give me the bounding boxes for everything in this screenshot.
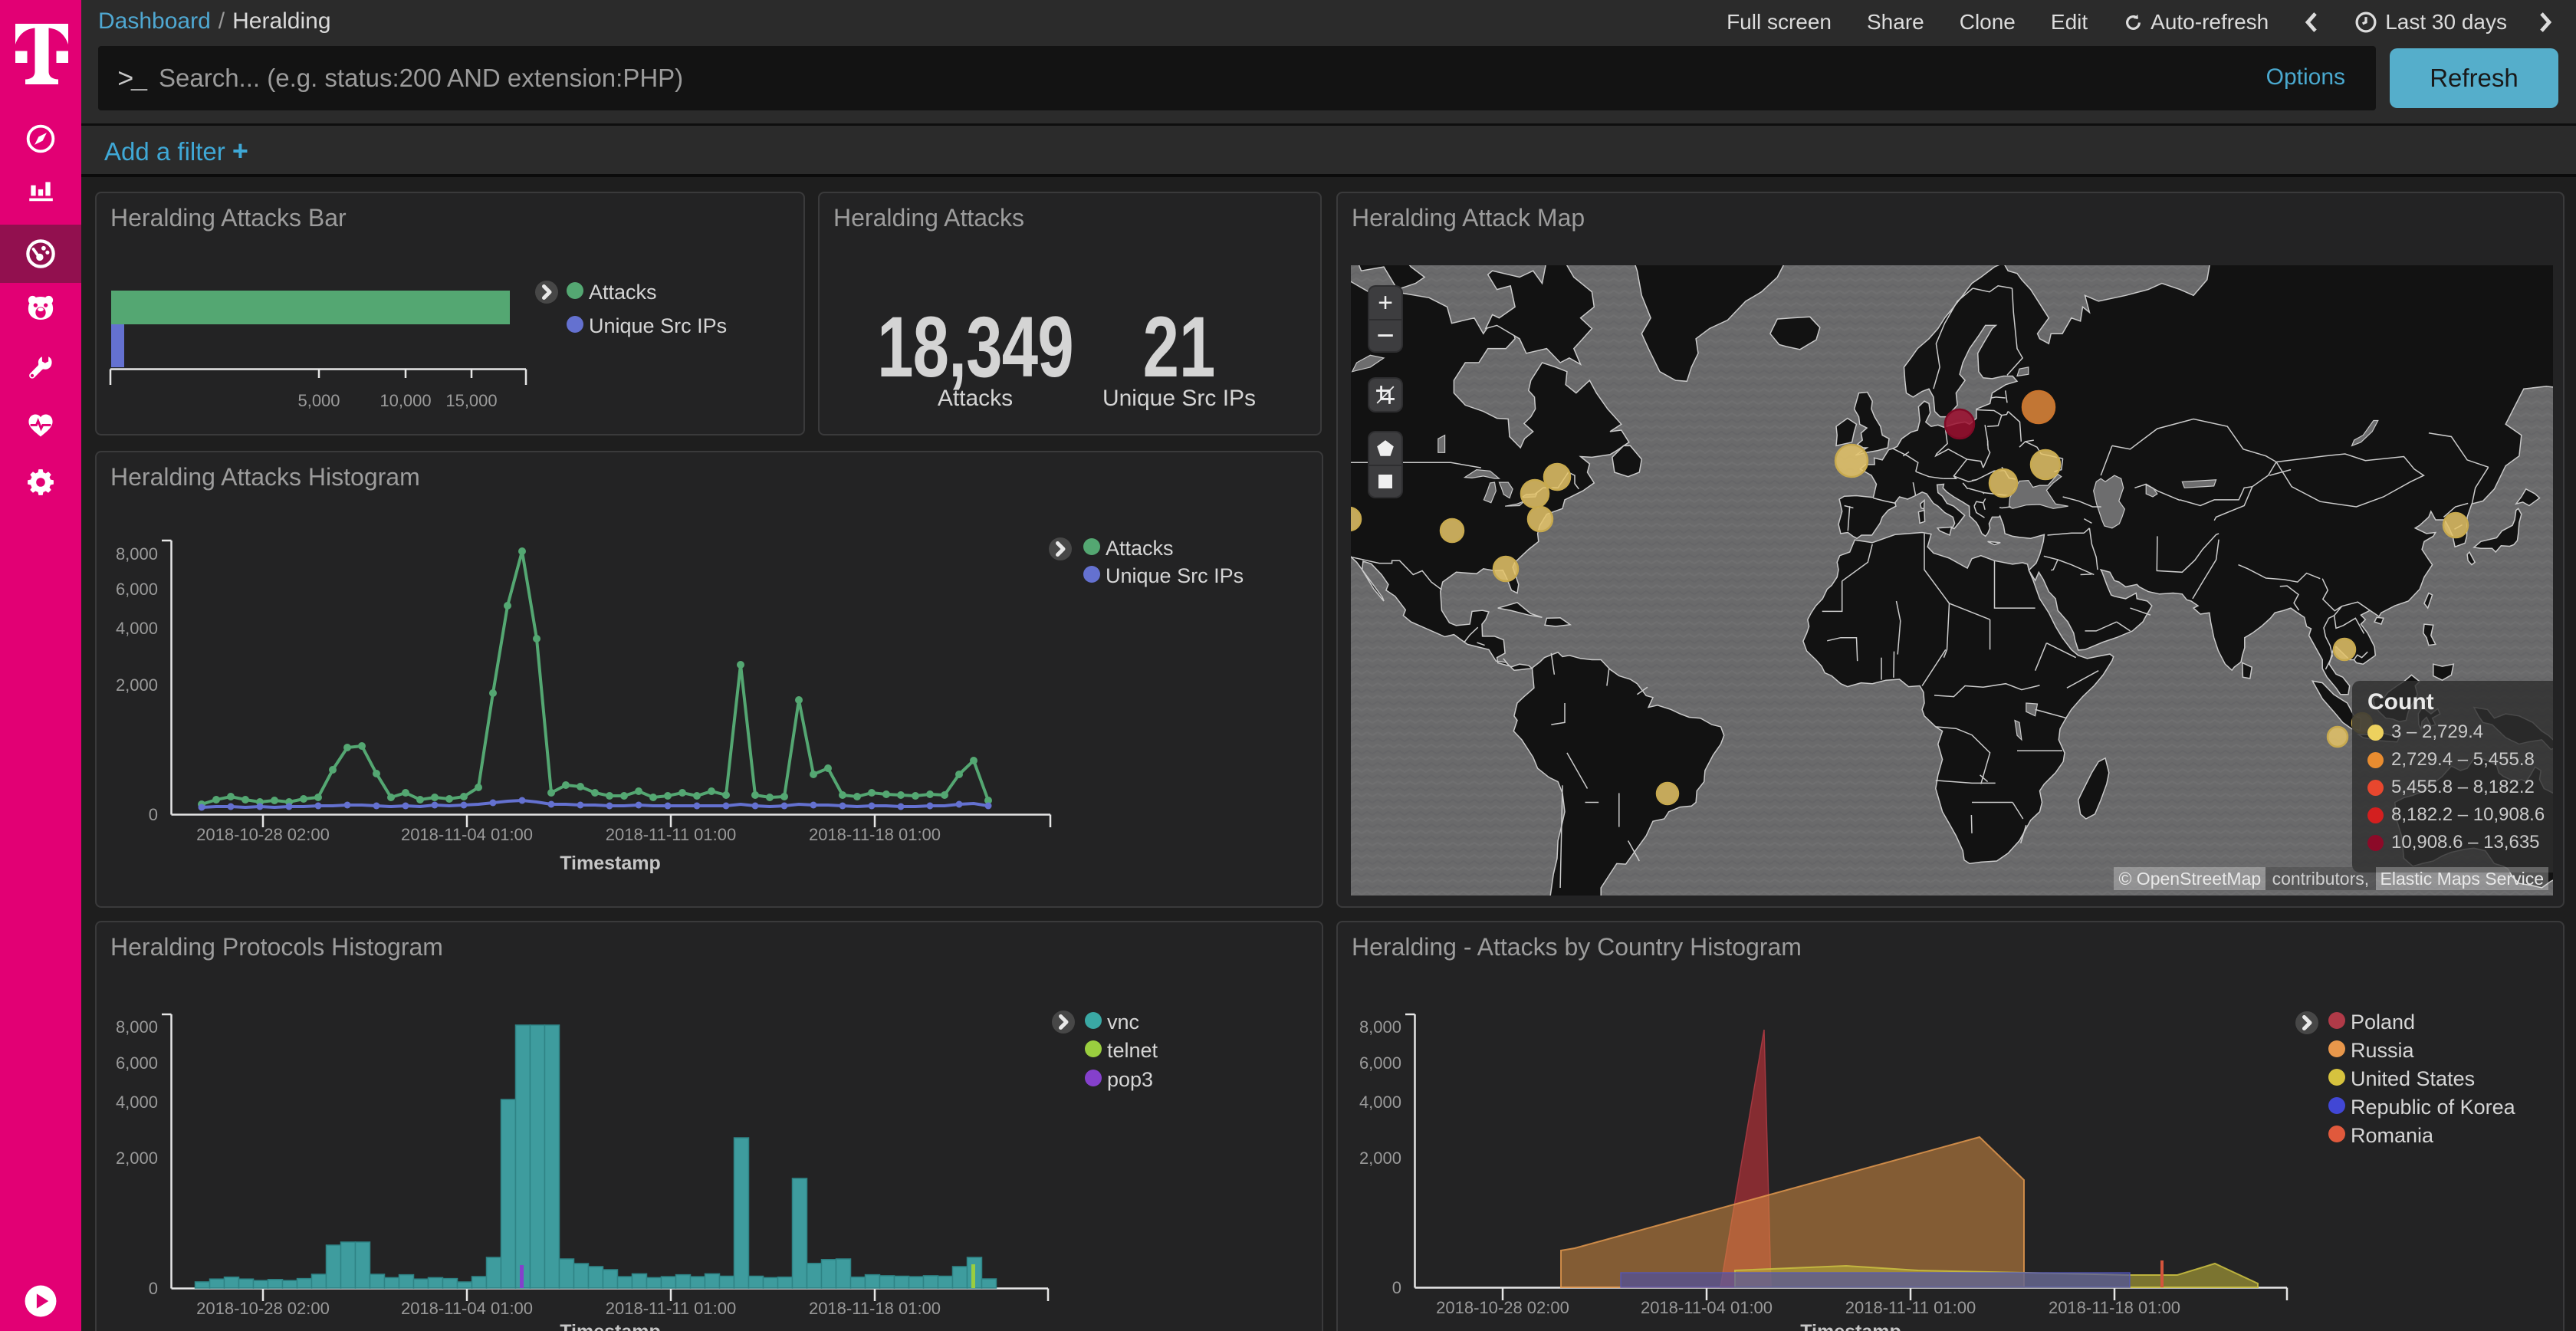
- svg-text:2018-11-18 01:00: 2018-11-18 01:00: [809, 1299, 941, 1318]
- svg-text:8,000: 8,000: [1359, 1017, 1401, 1037]
- svg-text:Poland: Poland: [2351, 1011, 2415, 1034]
- svg-text:Attacks: Attacks: [1106, 537, 1174, 560]
- svg-text:Timestamp: Timestamp: [1800, 1321, 1901, 1331]
- svg-text:2,000: 2,000: [116, 1149, 158, 1168]
- svg-text:Timestamp: Timestamp: [560, 853, 661, 874]
- svg-text:10,000: 10,000: [380, 391, 431, 410]
- svg-text:8,000: 8,000: [116, 544, 158, 564]
- svg-text:2018-11-04 01:00: 2018-11-04 01:00: [1641, 1298, 1773, 1317]
- svg-text:Attacks: Attacks: [589, 281, 657, 304]
- svg-text:8,000: 8,000: [116, 1017, 158, 1037]
- svg-text:2018-11-18 01:00: 2018-11-18 01:00: [809, 825, 941, 844]
- svg-text:2,000: 2,000: [116, 675, 158, 695]
- svg-text:Unique Src IPs: Unique Src IPs: [1106, 564, 1244, 587]
- svg-text:4,000: 4,000: [116, 619, 158, 638]
- svg-text:4,000: 4,000: [116, 1093, 158, 1112]
- svg-text:0: 0: [1392, 1278, 1401, 1297]
- svg-text:0: 0: [149, 1279, 158, 1298]
- svg-text:2018-11-04 01:00: 2018-11-04 01:00: [401, 1299, 533, 1318]
- svg-text:2018-11-04 01:00: 2018-11-04 01:00: [401, 825, 533, 844]
- svg-text:Unique Src IPs: Unique Src IPs: [589, 314, 727, 337]
- svg-text:2018-10-28 02:00: 2018-10-28 02:00: [1436, 1298, 1569, 1317]
- svg-text:6,000: 6,000: [116, 580, 158, 599]
- svg-text:Romania: Romania: [2351, 1124, 2434, 1147]
- svg-text:6,000: 6,000: [116, 1053, 158, 1073]
- svg-text:pop3: pop3: [1107, 1068, 1153, 1091]
- svg-text:2018-11-18 01:00: 2018-11-18 01:00: [2049, 1298, 2180, 1317]
- svg-text:2018-10-28 02:00: 2018-10-28 02:00: [196, 825, 330, 844]
- svg-text:2018-11-11 01:00: 2018-11-11 01:00: [606, 1299, 736, 1318]
- svg-text:2,000: 2,000: [1359, 1149, 1401, 1168]
- svg-text:Russia: Russia: [2351, 1039, 2415, 1062]
- svg-text:Timestamp: Timestamp: [560, 1321, 661, 1331]
- svg-text:0: 0: [149, 805, 158, 824]
- svg-text:2018-11-11 01:00: 2018-11-11 01:00: [1845, 1298, 1976, 1317]
- svg-text:2018-10-28 02:00: 2018-10-28 02:00: [196, 1299, 330, 1318]
- svg-text:6,000: 6,000: [1359, 1053, 1401, 1073]
- svg-text:4,000: 4,000: [1359, 1093, 1401, 1112]
- svg-text:United States: United States: [2351, 1067, 2475, 1090]
- svg-text:Republic of Korea: Republic of Korea: [2351, 1096, 2516, 1119]
- svg-text:telnet: telnet: [1107, 1039, 1158, 1062]
- svg-text:15,000: 15,000: [445, 391, 497, 410]
- svg-text:vnc: vnc: [1107, 1011, 1139, 1034]
- svg-text:2018-11-11 01:00: 2018-11-11 01:00: [606, 825, 736, 844]
- svg-text:5,000: 5,000: [297, 391, 340, 410]
